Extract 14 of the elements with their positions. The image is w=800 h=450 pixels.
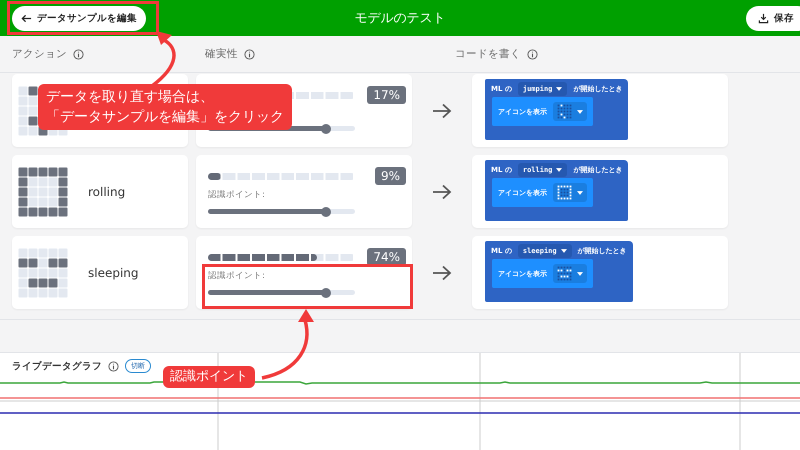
callout-text: 認識ポイント	[170, 368, 248, 386]
action-name: rolling	[88, 184, 126, 198]
threshold-label: 認識ポイント:	[208, 270, 266, 282]
column-header: コードを書く	[455, 47, 521, 61]
action-name: sleeping	[88, 266, 139, 280]
threshold-label: 認識ポイント:	[208, 189, 266, 201]
graph-title: ライブデータグラフ	[12, 360, 102, 372]
column-header: 確実性	[205, 47, 238, 61]
callout-text: データを取り直す場合は、	[46, 88, 215, 107]
confidence-percent: 9%	[374, 167, 406, 185]
confidence-percent: 17%	[367, 86, 406, 104]
page-title: モデルのテスト	[354, 10, 446, 27]
column-header: アクション	[12, 47, 67, 61]
callout-text: 「データサンプルを編集」をクリック	[46, 108, 284, 127]
